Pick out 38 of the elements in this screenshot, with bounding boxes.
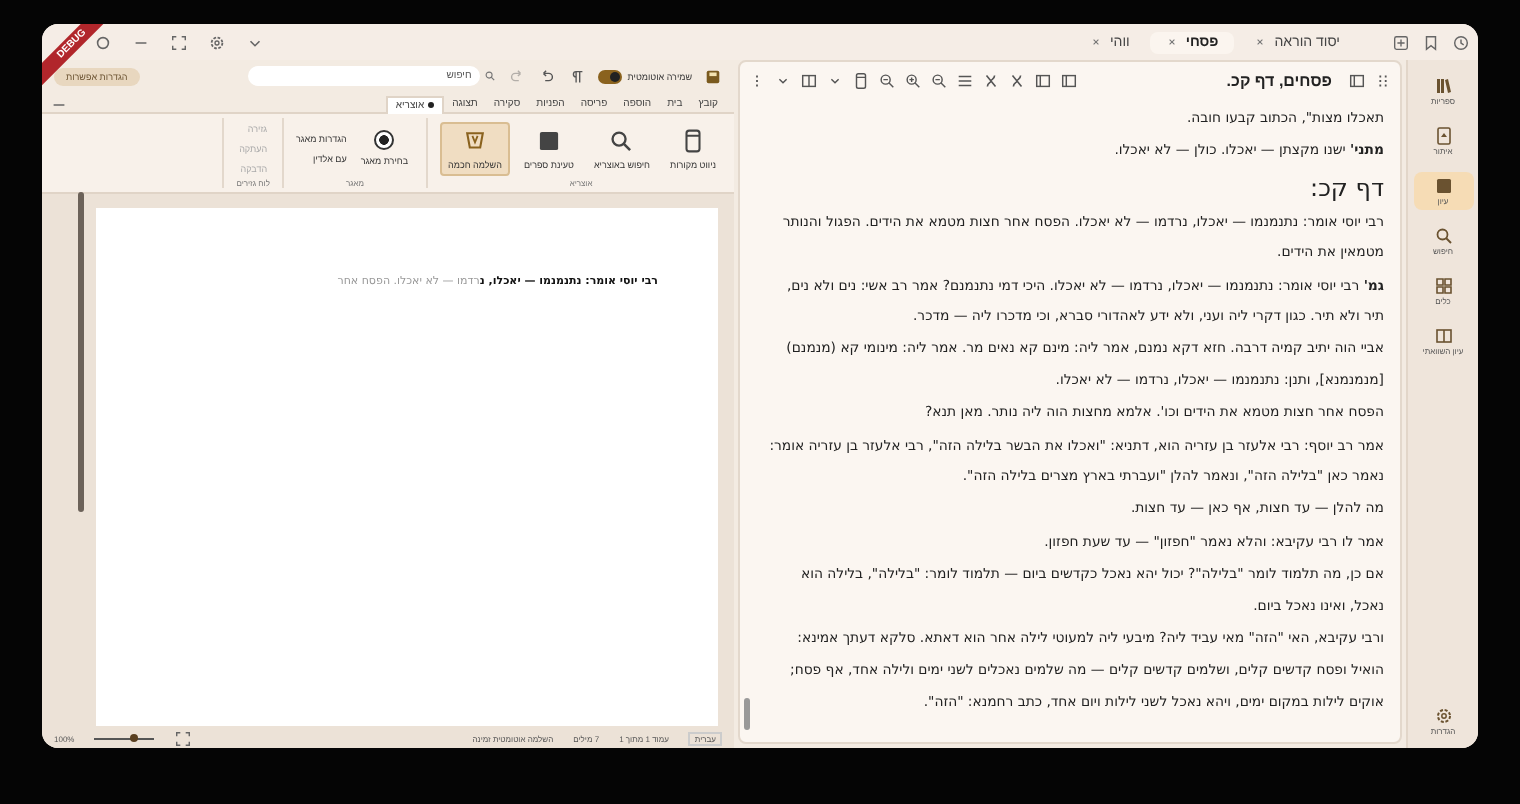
search-icon bbox=[608, 127, 635, 153]
save-icon[interactable] bbox=[704, 67, 722, 85]
settings-icon bbox=[1433, 706, 1453, 726]
scrollbar[interactable] bbox=[78, 192, 84, 512]
columns-icon[interactable] bbox=[800, 72, 818, 90]
paragraph-icon[interactable] bbox=[567, 67, 586, 85]
book-title: פסחים, דף קכ. bbox=[1224, 72, 1332, 90]
list-icon[interactable] bbox=[956, 72, 974, 90]
scrollbar[interactable] bbox=[744, 698, 750, 730]
document-icon bbox=[1433, 126, 1453, 146]
maximize-icon[interactable] bbox=[170, 33, 188, 51]
grid-icon bbox=[1433, 276, 1453, 296]
close-icon[interactable] bbox=[1089, 36, 1102, 48]
zoom-out-icon[interactable] bbox=[878, 72, 896, 90]
search-icon[interactable] bbox=[930, 72, 948, 90]
tablet-icon bbox=[680, 127, 706, 153]
close-icon[interactable] bbox=[1165, 36, 1178, 48]
cup-icon bbox=[461, 127, 488, 153]
radio-button[interactable] bbox=[374, 130, 395, 150]
page-heading: דף קכ: bbox=[1308, 171, 1384, 206]
panel-icon[interactable] bbox=[1060, 72, 1078, 90]
drag-handle-icon[interactable] bbox=[1374, 72, 1392, 90]
close-icon[interactable] bbox=[1254, 36, 1267, 48]
search-icon bbox=[1433, 226, 1453, 246]
columns-icon bbox=[1433, 326, 1453, 346]
fit-icon[interactable] bbox=[174, 730, 193, 748]
new-tab-icon[interactable] bbox=[1392, 33, 1410, 51]
undo-icon[interactable] bbox=[537, 67, 556, 85]
bookmark-icon[interactable] bbox=[1422, 33, 1440, 51]
sidebar-toggle-icon[interactable] bbox=[1348, 72, 1366, 90]
zoom-in-icon[interactable] bbox=[904, 72, 922, 90]
history-icon[interactable] bbox=[1452, 33, 1470, 51]
settings-icon[interactable] bbox=[208, 33, 226, 51]
circle-icon[interactable] bbox=[94, 33, 112, 51]
split-view-icon[interactable] bbox=[1034, 72, 1052, 90]
search-icon bbox=[483, 70, 496, 82]
toggle-switch[interactable] bbox=[597, 69, 622, 83]
books-icon bbox=[1433, 76, 1453, 96]
